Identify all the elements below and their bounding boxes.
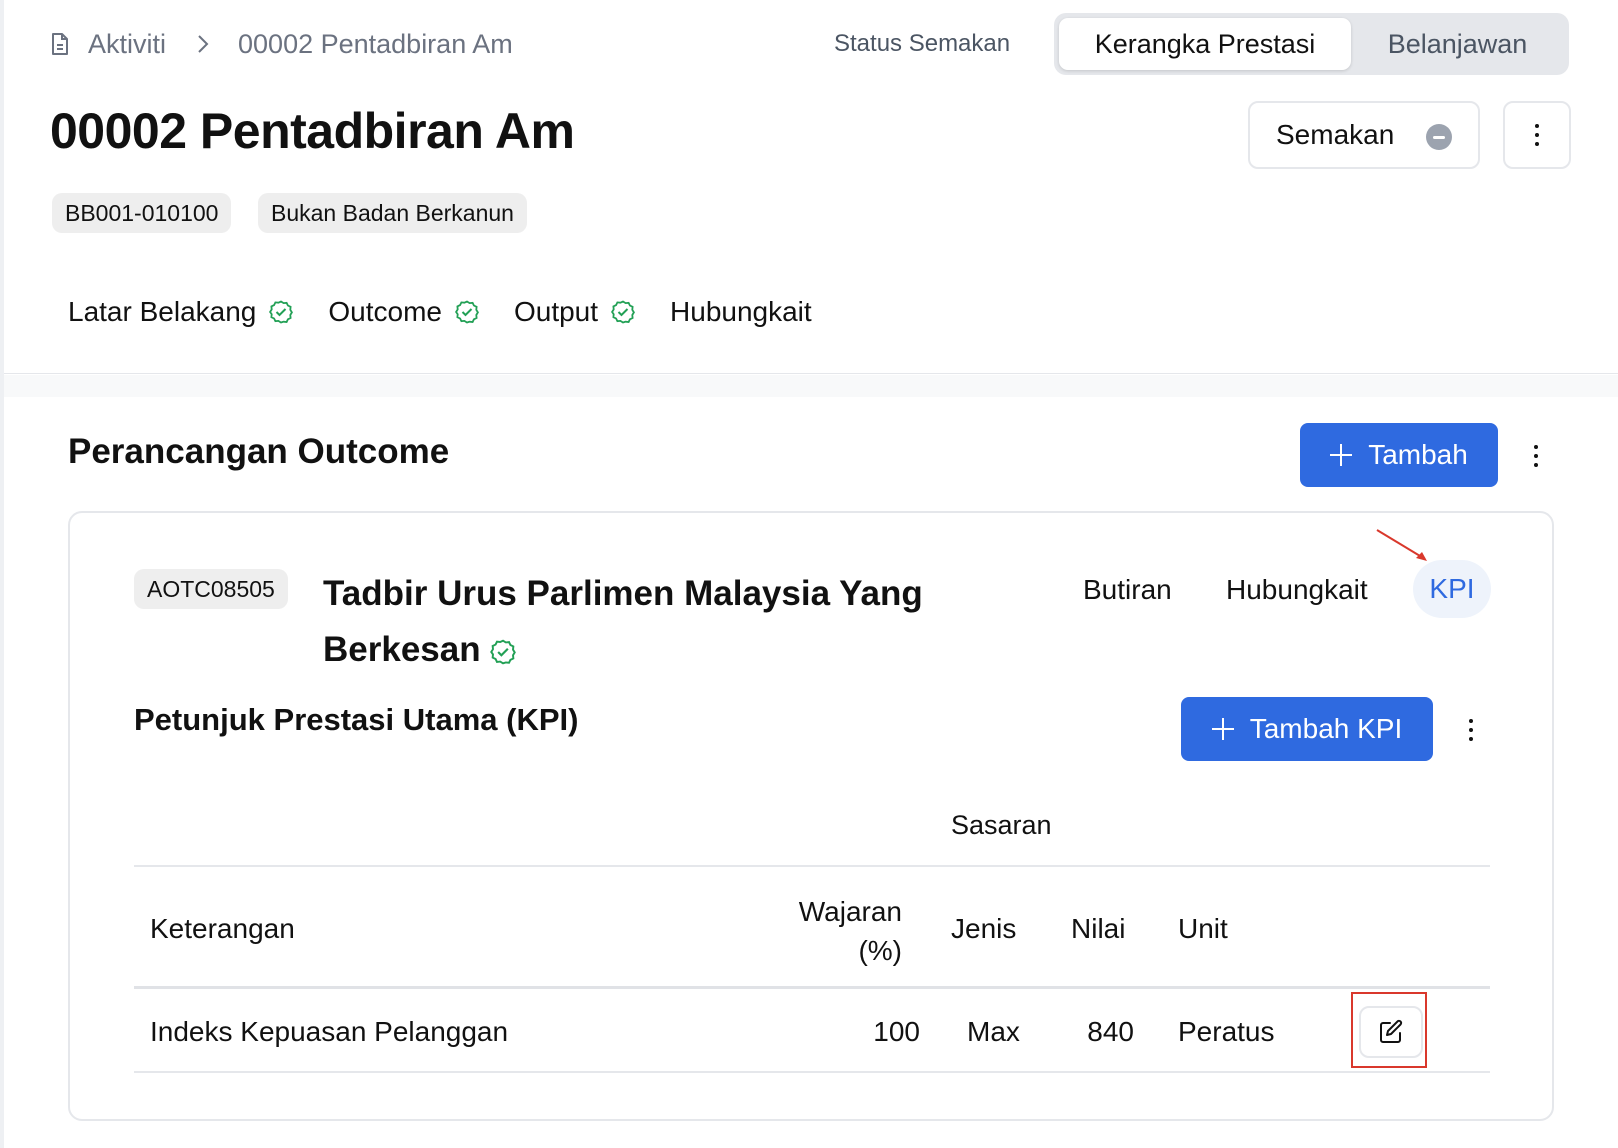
- cell-nilai: 840: [1087, 1016, 1134, 1047]
- column-header-jenis: Jenis: [951, 913, 1017, 944]
- outcome-code-badge: AOTC08505: [134, 569, 288, 609]
- more-vertical-icon: [1534, 445, 1538, 467]
- divider: [134, 865, 1490, 867]
- tab-outcome[interactable]: Outcome: [328, 296, 480, 328]
- toggle-belanjawan[interactable]: Belanjawan: [1351, 18, 1564, 70]
- tambah-button[interactable]: Tambah: [1300, 423, 1498, 487]
- more-options-button[interactable]: [1503, 101, 1571, 169]
- chevron-right-icon: [196, 33, 210, 55]
- column-header-wajaran: Wajaran (%): [798, 896, 902, 966]
- row-divider: [134, 1071, 1490, 1073]
- cell-wajaran: 100: [873, 1016, 920, 1047]
- column-header-unit: Unit: [1178, 913, 1228, 944]
- card-tab-butiran[interactable]: Butiran: [1083, 574, 1172, 606]
- kpi-more-button[interactable]: [1461, 715, 1481, 745]
- outcome-title: Tadbir Urus Parlimen Malaysia Yang Berke…: [323, 566, 973, 678]
- annotation-highlight-box: [1351, 992, 1427, 1068]
- breadcrumb-aktiviti[interactable]: Aktiviti: [88, 29, 166, 60]
- toggle-kerangka-prestasi[interactable]: Kerangka Prestasi: [1059, 18, 1351, 70]
- cell-keterangan: Indeks Kepuasan Pelanggan: [150, 1016, 509, 1047]
- tab-label: Hubungkait: [670, 296, 812, 327]
- tab-label: Output: [513, 296, 599, 327]
- section-more-button[interactable]: [1526, 441, 1546, 471]
- check-circle-icon: [454, 299, 480, 325]
- card-tab-kpi[interactable]: KPI: [1413, 560, 1491, 618]
- kpi-section-title: Petunjuk Prestasi Utama (KPI): [134, 702, 579, 737]
- card-tab-hubungkait[interactable]: Hubungkait: [1226, 574, 1368, 606]
- tab-latar-belakang[interactable]: Latar Belakang: [68, 296, 294, 328]
- check-circle-icon: [268, 299, 294, 325]
- plus-icon: [1330, 444, 1353, 466]
- view-toggle: Kerangka Prestasi Belanjawan: [1054, 13, 1569, 75]
- annotation-arrow: [1376, 529, 1427, 561]
- section-tabs: Latar Belakang Outcome Output Hubungkait: [68, 296, 846, 328]
- more-vertical-icon: [1535, 124, 1539, 146]
- plus-icon: [1211, 718, 1234, 740]
- breadcrumb: Aktiviti 00002 Pentadbiran Am: [50, 24, 513, 64]
- code-badge: BB001-010100: [52, 193, 232, 233]
- tab-hubungkait[interactable]: Hubungkait: [670, 296, 812, 328]
- tambah-kpi-label: Tambah KPI: [1249, 713, 1403, 744]
- more-vertical-icon: [1469, 719, 1473, 741]
- cell-jenis: Max: [967, 1016, 1020, 1047]
- tab-label: Outcome: [328, 296, 442, 327]
- semakan-button[interactable]: Semakan: [1248, 101, 1480, 169]
- tab-output[interactable]: Output: [514, 296, 636, 328]
- column-header-keterangan: Keterangan: [150, 913, 295, 944]
- status-semakan-label: Status Semakan: [834, 30, 1011, 57]
- column-header-nilai: Nilai: [1071, 913, 1126, 944]
- tambah-kpi-button[interactable]: Tambah KPI: [1181, 697, 1433, 761]
- breadcrumb-current: 00002 Pentadbiran Am: [238, 28, 513, 59]
- check-circle-icon: [610, 299, 636, 325]
- column-group-sasaran: Sasaran: [951, 810, 1052, 840]
- outcome-title-text: Tadbir Urus Parlimen Malaysia Yang Berke…: [323, 574, 923, 669]
- cell-unit: Peratus: [1178, 1016, 1275, 1047]
- tab-label: Latar Belakang: [68, 296, 257, 327]
- header-divider: [134, 986, 1490, 989]
- minus-circle-icon: [1426, 124, 1452, 150]
- section-title: Perancangan Outcome: [68, 432, 450, 471]
- check-circle-icon: [489, 638, 517, 666]
- type-badge: Bukan Badan Berkanun: [258, 193, 527, 233]
- tambah-label: Tambah: [1368, 439, 1468, 470]
- semakan-label: Semakan: [1276, 119, 1395, 150]
- document-icon: [50, 32, 70, 56]
- page-title: 00002 Pentadbiran Am: [50, 103, 575, 159]
